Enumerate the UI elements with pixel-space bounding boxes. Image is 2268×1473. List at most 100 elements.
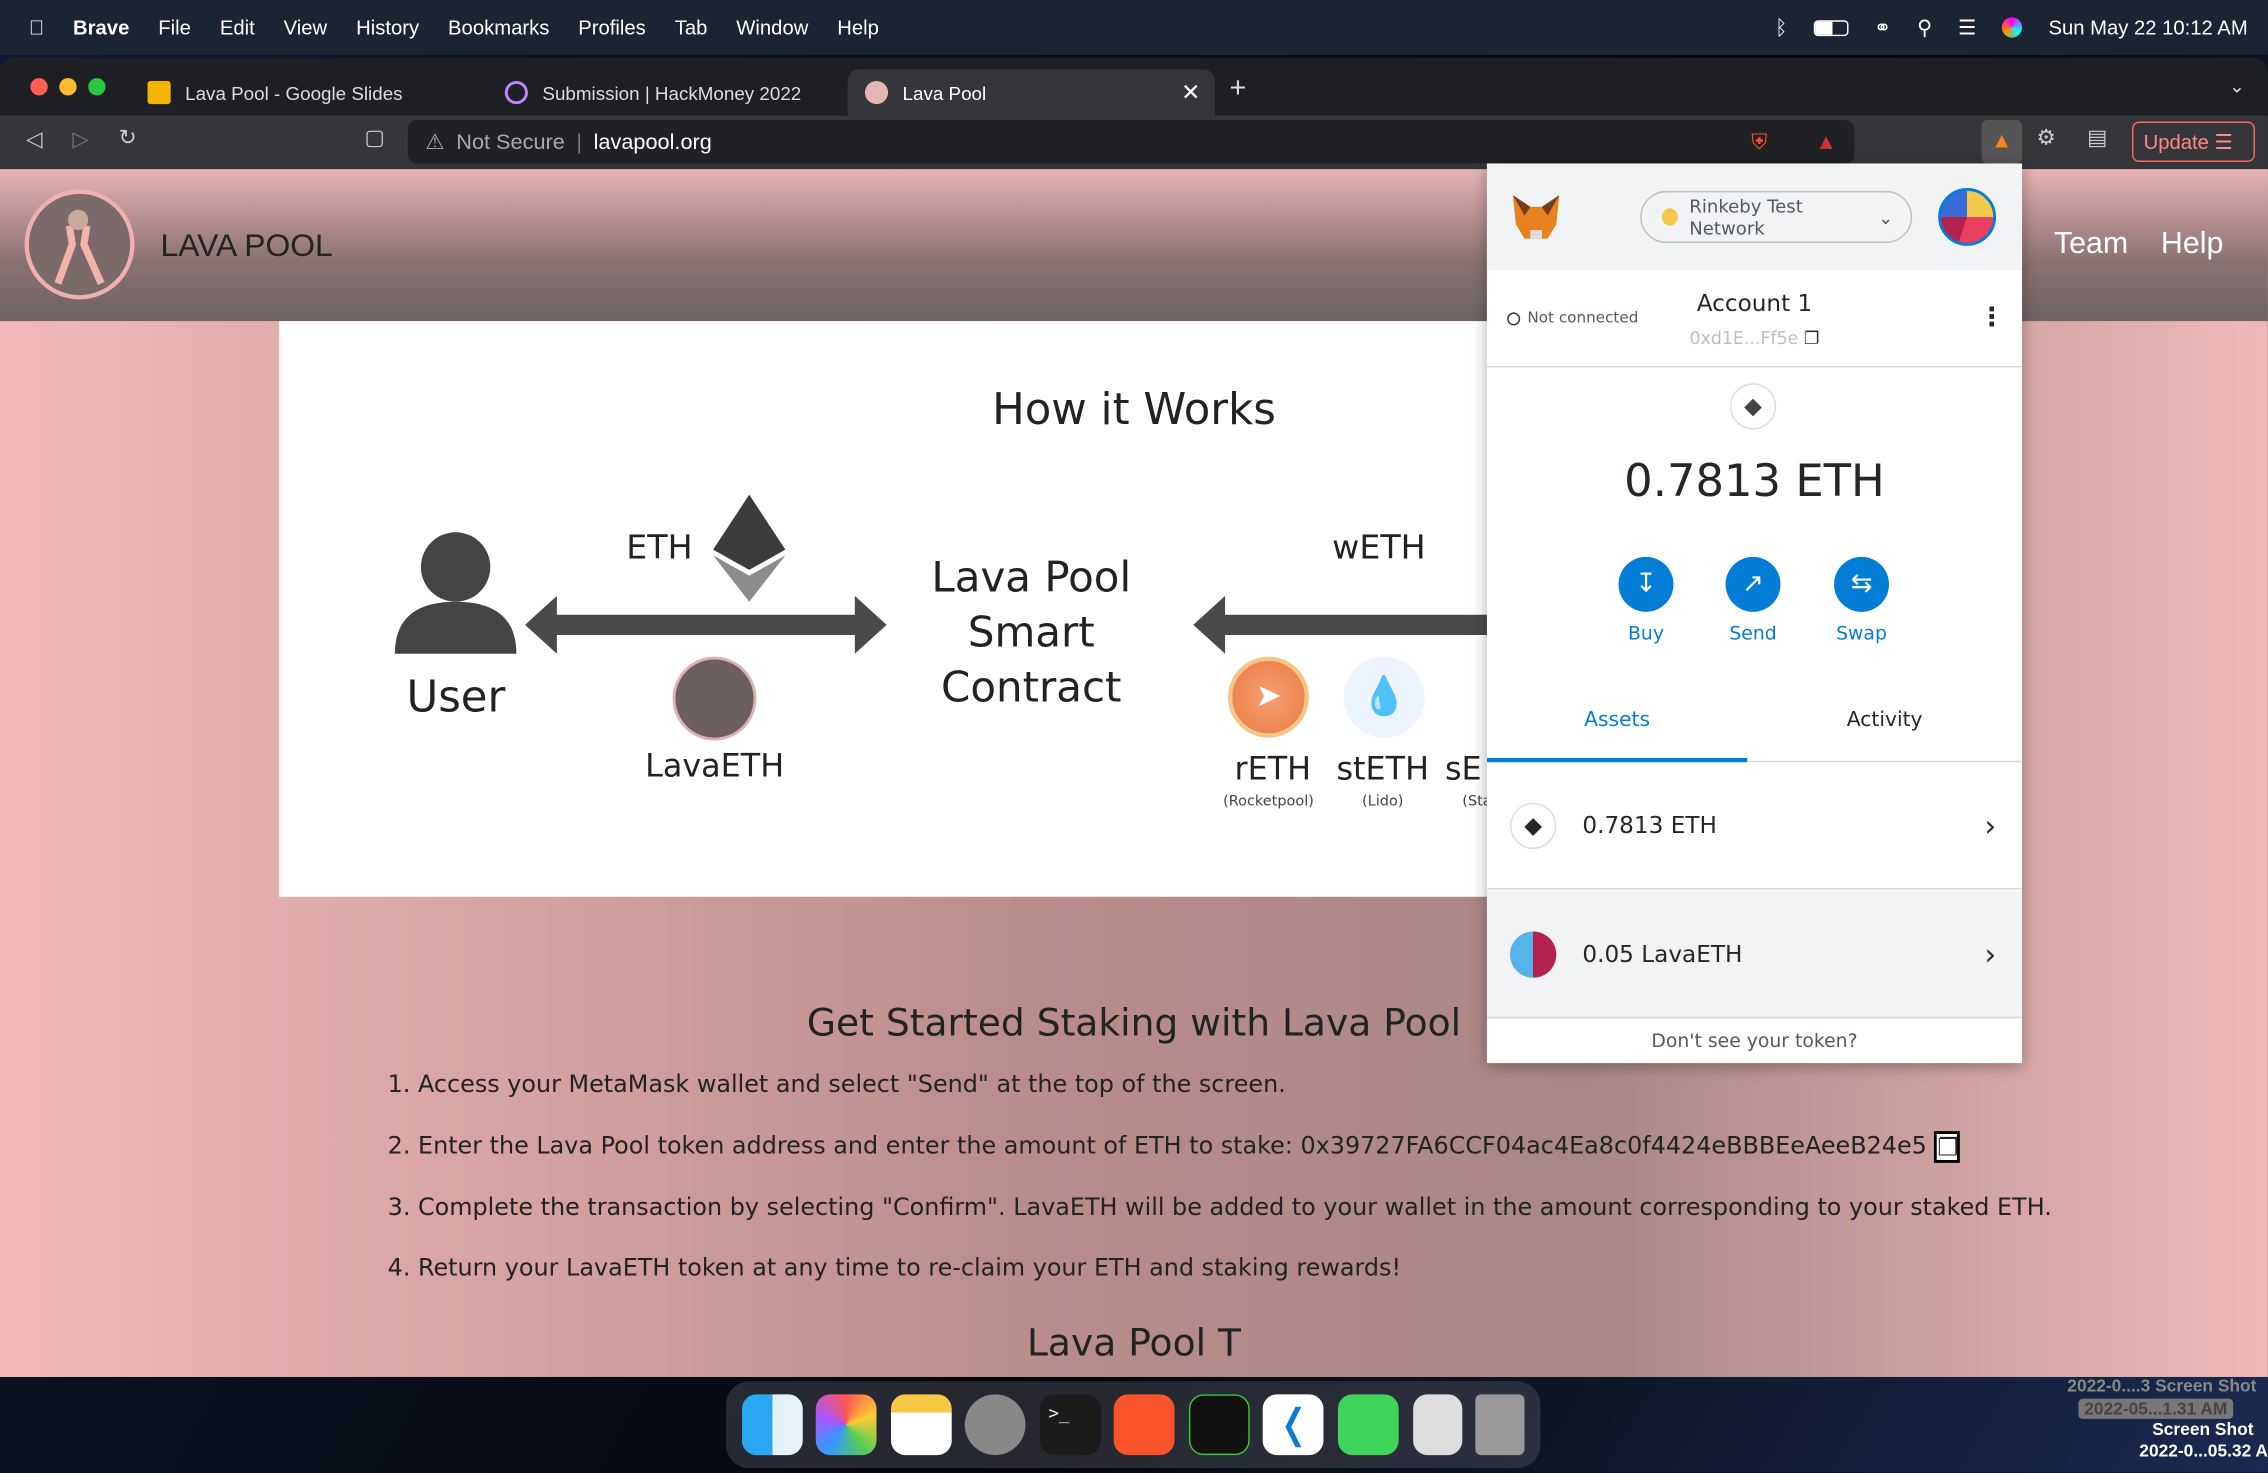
copy-icon: ❐ <box>1803 328 1820 349</box>
slides-icon <box>147 80 171 105</box>
desktop-file-label[interactable]: Screen Shot <box>1982 1419 2253 1439</box>
battery-icon[interactable] <box>1813 19 1849 36</box>
update-button[interactable]: Update ☰ <box>2131 121 2255 162</box>
menu-profiles[interactable]: Profiles <box>578 16 646 39</box>
swap-button[interactable]: ⇆ Swap <box>1818 556 1905 645</box>
extensions-icon[interactable]: ⚙ <box>2037 124 2056 151</box>
siri-icon[interactable] <box>2002 17 2023 38</box>
left-arrow <box>1193 595 1498 654</box>
finder-icon[interactable] <box>741 1394 803 1456</box>
url-text[interactable]: lavapool.org <box>594 129 712 154</box>
desktop-file-label[interactable]: 2022-0...05.32 A <box>2025 1441 2268 1461</box>
tab-lava-pool[interactable]: Lava Pool ✕ <box>847 69 1215 116</box>
document-icon[interactable] <box>1412 1394 1462 1456</box>
close-tab-icon[interactable]: ✕ <box>1181 78 1200 107</box>
messages-icon[interactable] <box>1337 1394 1399 1456</box>
tab-assets[interactable]: Assets <box>1486 690 1748 763</box>
ethereum-icon <box>713 494 786 602</box>
control-center-icon[interactable]: ☰ <box>1958 15 1976 40</box>
apple-icon[interactable]:  <box>29 16 44 39</box>
launchpad-icon[interactable] <box>816 1394 877 1456</box>
download-icon: ↧ <box>1618 556 1674 612</box>
account-options-icon[interactable]: ⋮ <box>1979 302 2005 332</box>
reload-button[interactable]: ↻ <box>119 124 137 151</box>
screen-mirror-icon[interactable]: ⚭ <box>1874 15 1891 40</box>
hackmoney-icon <box>504 80 528 105</box>
menu-app[interactable]: Brave <box>73 16 129 39</box>
steth-sub: (Lido) <box>1362 794 1404 810</box>
menu-edit[interactable]: Edit <box>220 16 255 39</box>
lava-pool-logo[interactable] <box>24 189 135 300</box>
trash-icon[interactable] <box>1475 1394 1525 1456</box>
metamask-popup: Rinkeby Test Network ⌄ Not connected Acc… <box>1486 163 2023 1064</box>
desktop-file-label[interactable]: 2022-05...1.31 AM <box>2078 1398 2234 1419</box>
asset-lavaeth-row[interactable]: 0.05 LavaETH › <box>1486 890 2023 1019</box>
menu-tab[interactable]: Tab <box>675 16 708 39</box>
menu-bar:  Brave File Edit View History Bookmarks… <box>0 0 2268 55</box>
menu-view[interactable]: View <box>284 16 328 39</box>
tab-strip: Lava Pool - Google Slides Submission | H… <box>0 57 2268 116</box>
brave-rewards-icon[interactable]: ▲ <box>1815 129 1836 154</box>
copy-address-icon[interactable]: ❐ <box>1934 1131 1961 1163</box>
notes-icon[interactable] <box>890 1394 952 1456</box>
search-icon[interactable]: ⚲ <box>1917 15 1932 40</box>
security-indicator[interactable]: Not Secure <box>456 129 565 154</box>
browser-toolbar: ◁ ▷ ↻ ▢ ⚠ Not Secure | lavapool.org ⛨ ▲ … <box>0 115 2268 170</box>
activity-monitor-icon[interactable] <box>1188 1394 1250 1456</box>
address-bar[interactable]: ⚠ Not Secure | lavapool.org ⛨ ▲ <box>407 120 1855 164</box>
desktop-file-label[interactable]: 2022-0....3 Screen Shot <box>1982 1376 2256 1396</box>
lavaeth-token-icon <box>672 656 757 741</box>
reth-rocket-icon: ➤ <box>1227 656 1309 738</box>
close-window-button[interactable] <box>30 78 48 96</box>
dock: >_ ❬ <box>726 1381 1541 1469</box>
brave-icon[interactable] <box>1114 1394 1176 1456</box>
tab-label: Lava Pool <box>902 81 987 104</box>
menu-file[interactable]: File <box>158 16 191 39</box>
bluetooth-icon[interactable]: ᛒ <box>1775 16 1787 39</box>
connection-status[interactable]: Not connected <box>1507 310 1638 327</box>
maximize-window-button[interactable] <box>88 78 106 96</box>
asset-eth-row[interactable]: ◆ 0.7813 ETH › <box>1486 762 2023 890</box>
tab-hackmoney[interactable]: Submission | HackMoney 2022 <box>487 69 841 115</box>
steth-label: stETH <box>1336 752 1430 789</box>
tab-activity[interactable]: Activity <box>1747 690 2023 763</box>
clock[interactable]: Sun May 22 10:12 AM <box>2048 16 2247 39</box>
menu-window[interactable]: Window <box>736 16 808 39</box>
nav-team[interactable]: Team <box>2054 227 2128 262</box>
tab-google-slides[interactable]: Lava Pool - Google Slides <box>130 69 484 115</box>
system-preferences-icon[interactable] <box>965 1394 1027 1456</box>
account-name[interactable]: Account 1 <box>1660 289 1848 316</box>
tab-list-chevron-icon[interactable]: ⌄ <box>2229 75 2245 98</box>
minimize-window-button[interactable] <box>59 78 77 96</box>
step-4: 4. Return your LavaETH token at any time… <box>387 1254 1402 1282</box>
metamask-extension-icon[interactable]: ▲ <box>1981 120 2023 164</box>
terminal-icon[interactable]: >_ <box>1039 1394 1101 1456</box>
account-address[interactable]: 0xd1E...Ff5e ❐ <box>1660 328 1848 348</box>
next-section-heading: Lava Pool T <box>1026 1322 1241 1366</box>
menu-help[interactable]: Help <box>837 16 879 39</box>
brave-shields-icon[interactable]: ⛨ <box>1751 129 1767 154</box>
send-button[interactable]: ↗ Send <box>1710 556 1797 645</box>
user-icon <box>394 532 517 654</box>
bookmark-icon[interactable]: ▢ <box>364 124 385 151</box>
vscode-icon[interactable]: ❬ <box>1263 1394 1325 1456</box>
account-avatar[interactable] <box>1938 188 1997 246</box>
new-tab-button[interactable]: + <box>1229 72 1246 105</box>
import-token-link[interactable]: Don't see your token? <box>1487 1031 2022 1053</box>
site-name[interactable]: LAVA POOL <box>161 227 333 265</box>
eth-label: ETH <box>626 529 693 567</box>
step-2: 2. Enter the Lava Pool token address and… <box>387 1131 1961 1163</box>
step-3: 3. Complete the transaction by selecting… <box>387 1193 2052 1221</box>
forward-button[interactable]: ▷ <box>72 126 89 152</box>
tab-label: Lava Pool - Google Slides <box>185 81 403 104</box>
eth-icon: ◆ <box>1510 802 1557 849</box>
nav-help[interactable]: Help <box>2161 227 2223 262</box>
network-selector[interactable]: Rinkeby Test Network ⌄ <box>1640 190 1913 243</box>
buy-button[interactable]: ↧ Buy <box>1603 556 1690 645</box>
wallet-icon[interactable]: ▤ <box>2087 124 2108 151</box>
menu-bookmarks[interactable]: Bookmarks <box>448 16 549 39</box>
back-button[interactable]: ◁ <box>26 126 43 152</box>
chevron-down-icon: ⌄ <box>1878 206 1894 228</box>
menu-history[interactable]: History <box>356 16 419 39</box>
lavaeth-icon <box>1510 930 1557 978</box>
